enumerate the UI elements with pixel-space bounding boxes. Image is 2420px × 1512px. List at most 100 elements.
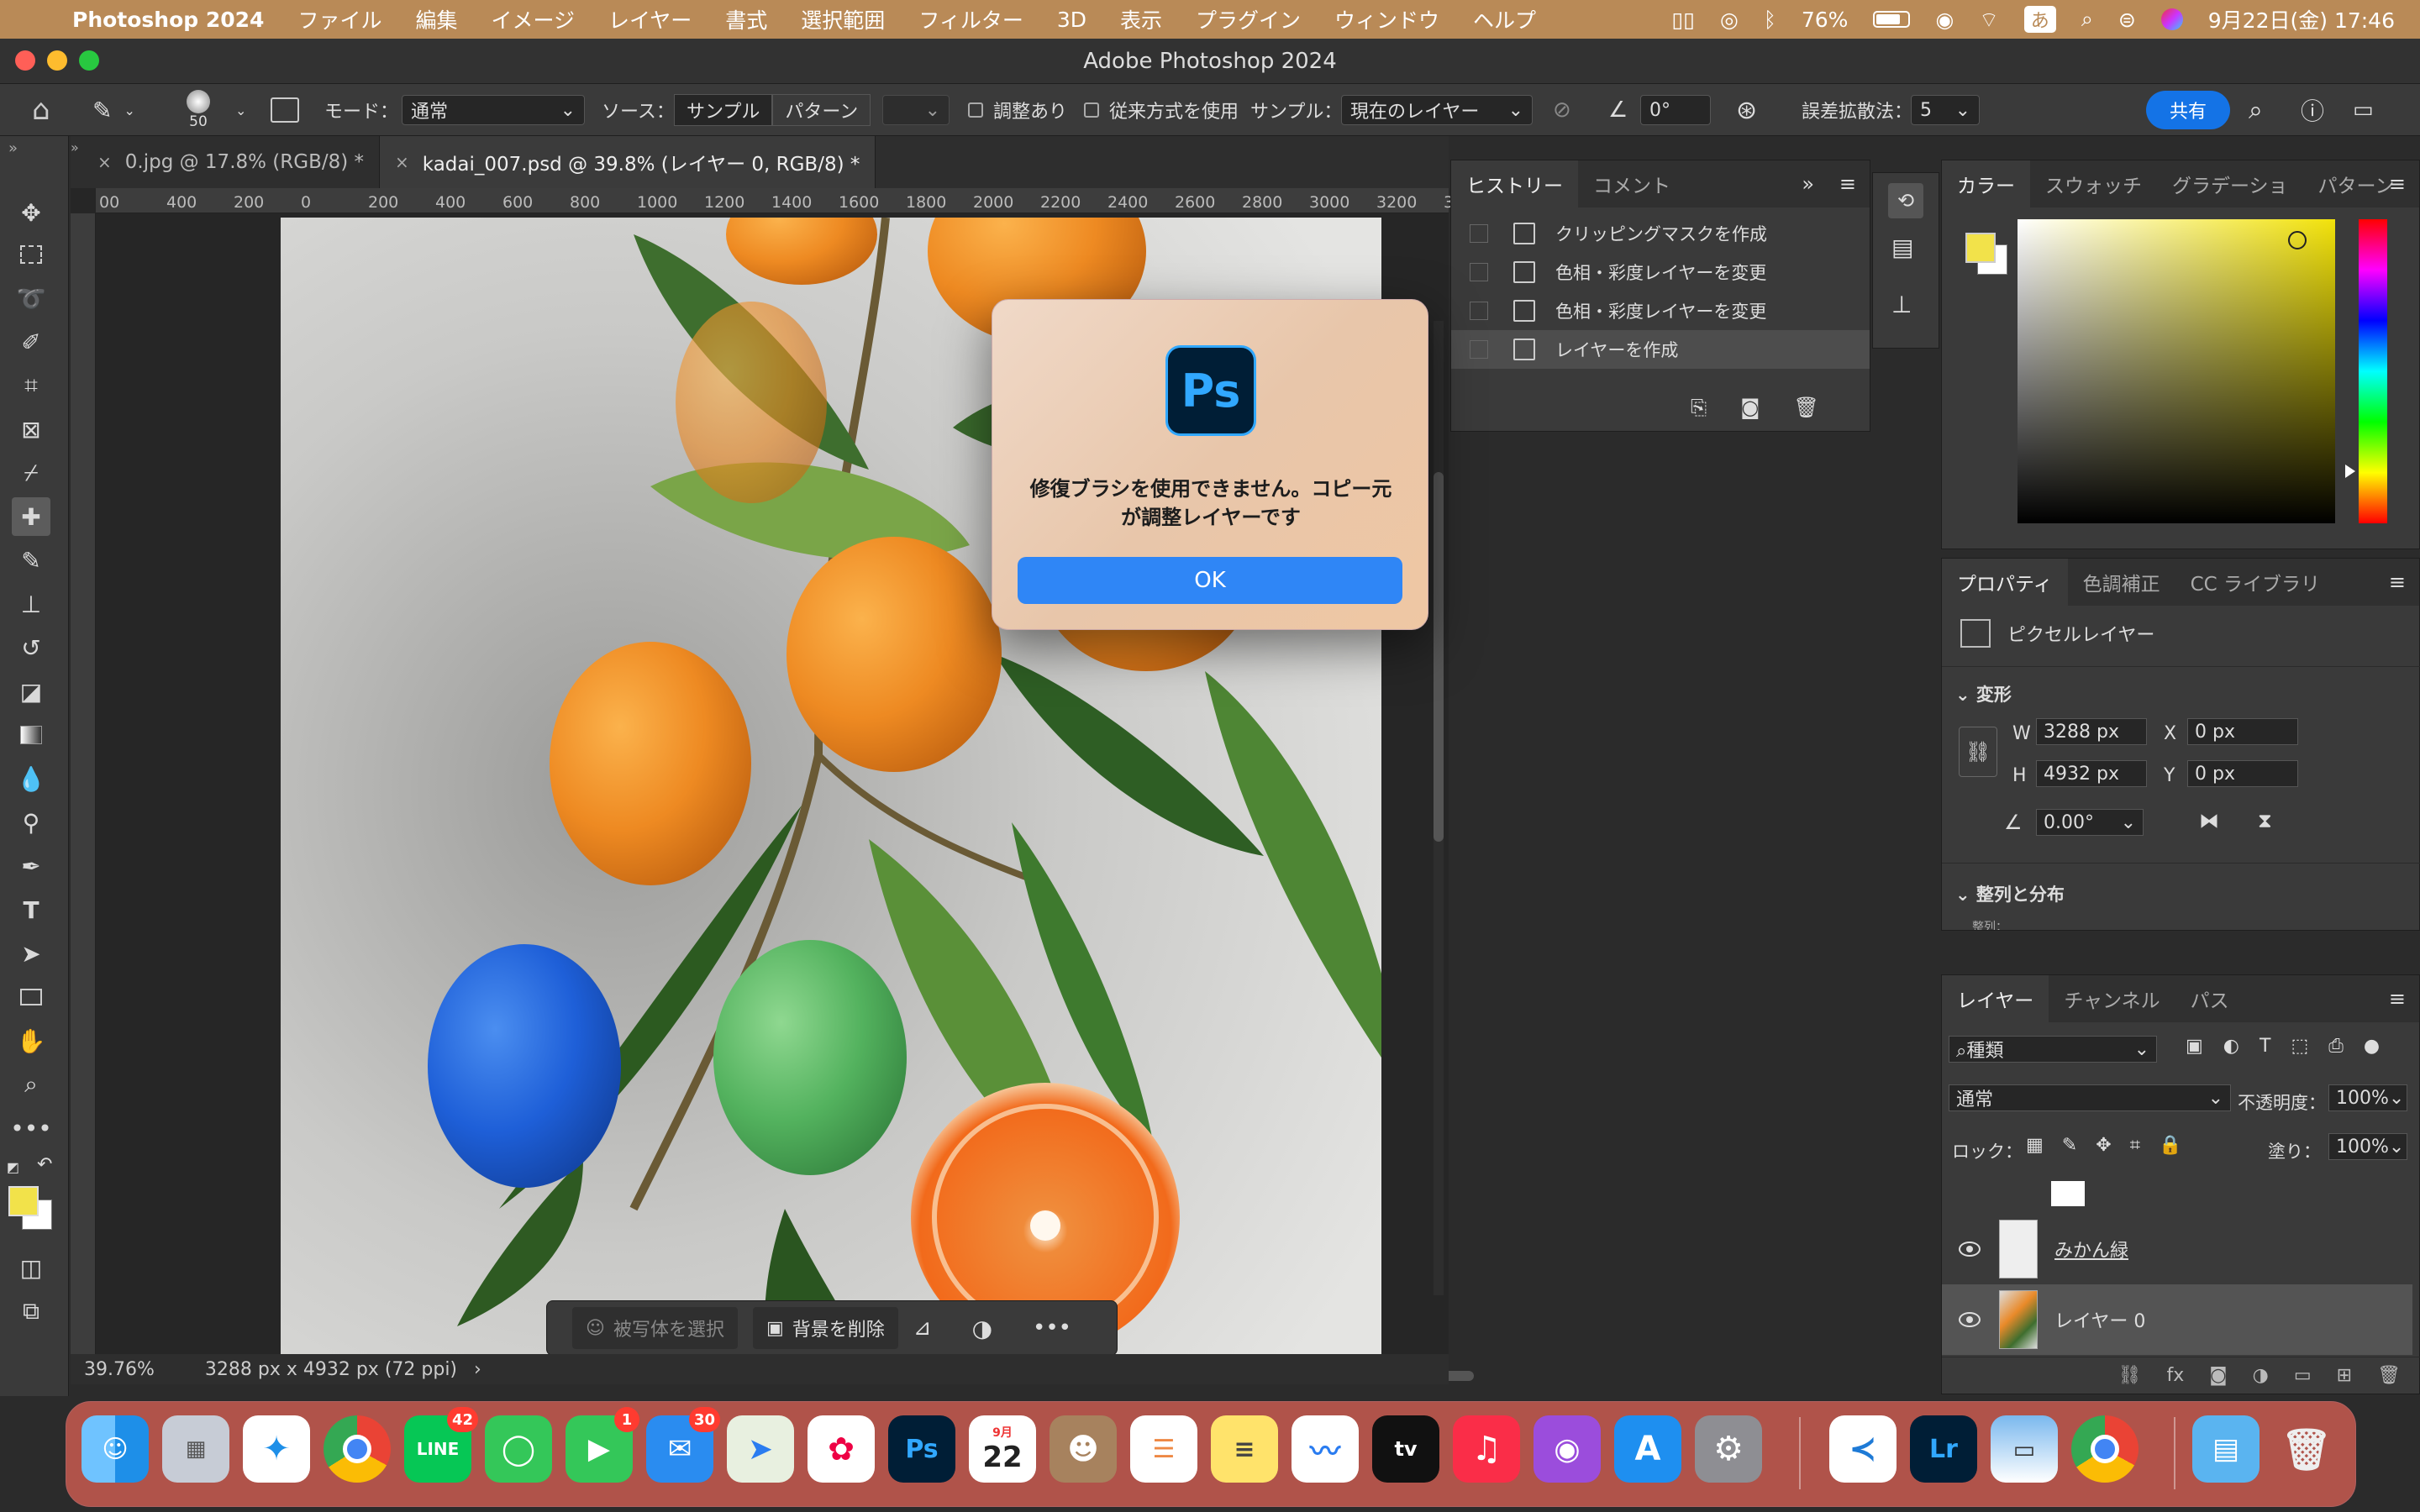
layer-row[interactable]: レイヤー 0 bbox=[1942, 1284, 2412, 1355]
photoshop-dock-icon[interactable]: Ps bbox=[888, 1415, 955, 1483]
ime-indicator[interactable]: あ bbox=[2023, 6, 2056, 33]
freeform-icon[interactable]: 〰 bbox=[1292, 1415, 1359, 1483]
tab-0-jpg[interactable]: × 0.jpg @ 17.8% (RGB/8) * bbox=[82, 136, 381, 188]
tab-channels[interactable]: チャンネル bbox=[2049, 975, 2175, 1022]
dodge-tool-icon[interactable]: ⚲ bbox=[12, 803, 50, 842]
path-select-tool-icon[interactable]: ➤ bbox=[12, 934, 50, 973]
line-icon[interactable]: LINE 42 bbox=[404, 1407, 478, 1483]
contacts-icon[interactable]: ☻ bbox=[1050, 1415, 1117, 1483]
add-mask-icon[interactable]: ◙ bbox=[2209, 1365, 2227, 1386]
remove-background-button[interactable]: ▣ 背景を削除 bbox=[752, 1307, 898, 1349]
lock-position-icon[interactable]: ✥ bbox=[2096, 1135, 2111, 1156]
layer-name[interactable]: レイヤー 0 bbox=[2054, 1306, 2145, 1333]
scrollbar-thumb[interactable] bbox=[1434, 472, 1444, 842]
split-view-icon[interactable]: ▯▯ bbox=[1672, 8, 1696, 32]
filter-type-icon[interactable]: T bbox=[2260, 1036, 2270, 1057]
lightroom-icon[interactable]: Lr bbox=[1910, 1415, 1977, 1483]
panel-menu-icon[interactable]: ≡ bbox=[2389, 570, 2406, 594]
lock-all-icon[interactable]: 🔒 bbox=[2159, 1135, 2181, 1156]
finder-icon[interactable]: ☺ bbox=[82, 1415, 149, 1483]
podcasts-icon[interactable]: ◉ bbox=[1534, 1415, 1601, 1483]
comment-icon[interactable]: ▤ bbox=[1891, 234, 1913, 261]
menu-window[interactable]: ウィンドウ bbox=[1334, 4, 1439, 34]
adjustment-icon[interactable]: ◑ bbox=[972, 1315, 992, 1342]
tab-properties[interactable]: プロパティ bbox=[1942, 559, 2068, 606]
menu-edit[interactable]: 編集 bbox=[415, 4, 457, 34]
gradient-tool-icon[interactable] bbox=[12, 716, 50, 754]
eraser-tool-icon[interactable]: ◪ bbox=[12, 672, 50, 711]
x-field[interactable]: 0 px bbox=[2187, 718, 2298, 745]
brush-size-picker[interactable]: 50 bbox=[187, 84, 210, 136]
pattern-picker[interactable]: ⌄ bbox=[882, 95, 950, 125]
collapse-toolbar-icon[interactable]: » bbox=[8, 139, 18, 157]
panel-menu-icon[interactable]: ≡ bbox=[2389, 172, 2406, 196]
clone-stamp-tool-icon[interactable]: ⊥ bbox=[12, 585, 50, 623]
notes-icon[interactable]: ≡ bbox=[1211, 1415, 1278, 1483]
reminders-icon[interactable]: ☰ bbox=[1130, 1415, 1197, 1483]
tab-color[interactable]: カラー bbox=[1942, 160, 2030, 207]
move-tool-icon[interactable]: ✥ bbox=[12, 193, 50, 232]
fill-field[interactable]: 100% ⌄ bbox=[2328, 1133, 2407, 1160]
select-subject-button[interactable]: ☺ 被写体を選択 bbox=[572, 1307, 738, 1349]
menu-3d[interactable]: 3D bbox=[1057, 8, 1086, 32]
quick-select-tool-icon[interactable]: ✐ bbox=[12, 323, 50, 361]
aligned-checkbox[interactable]: 調整あり bbox=[968, 84, 1067, 136]
facetime-icon[interactable]: ▶ 1 bbox=[566, 1407, 639, 1483]
layer-filter-select[interactable]: ⌕種類 ⌄ bbox=[1949, 1036, 2157, 1063]
foreground-color-swatch[interactable] bbox=[8, 1186, 39, 1216]
transform-icon[interactable]: ⊿ bbox=[913, 1315, 932, 1341]
menu-view[interactable]: 表示 bbox=[1120, 4, 1162, 34]
layer-row-partial[interactable] bbox=[1942, 1173, 2412, 1210]
color-picker-ring[interactable] bbox=[2288, 231, 2307, 249]
photos-icon[interactable]: ✿ bbox=[808, 1415, 875, 1483]
screen-mode-icon[interactable]: ⧉ bbox=[12, 1292, 50, 1331]
history-item[interactable]: レイヤーを作成 bbox=[1451, 330, 1870, 369]
ignore-adjustment-layers-icon[interactable]: ⊘ bbox=[1553, 84, 1571, 136]
more-tools-icon[interactable]: ••• bbox=[10, 1109, 52, 1147]
eye-icon[interactable] bbox=[1959, 1312, 1981, 1327]
wifi-icon[interactable]: ⌔ bbox=[1979, 7, 1999, 33]
menu-app-name[interactable]: Photoshop 2024 bbox=[72, 8, 264, 32]
more-options-icon[interactable]: ••• bbox=[1033, 1315, 1071, 1341]
quick-mask-icon[interactable]: ◫ bbox=[12, 1248, 50, 1287]
battery-icon[interactable] bbox=[1873, 11, 1911, 28]
zoom-tool-icon[interactable]: ⌕ bbox=[12, 1065, 50, 1104]
chrome-app-icon[interactable] bbox=[2071, 1415, 2139, 1483]
new-document-from-state-icon[interactable]: ⎘ bbox=[1691, 396, 1707, 419]
minimize-window-button[interactable] bbox=[47, 50, 67, 71]
filter-smart-object-icon[interactable]: ⎙ bbox=[2328, 1036, 2344, 1057]
zoom-level[interactable]: 39.76% bbox=[84, 1359, 155, 1380]
adjustment-layer-icon[interactable]: ◑ bbox=[2253, 1365, 2269, 1386]
panel-menu-icon[interactable]: ≡ bbox=[2389, 987, 2406, 1011]
tab-comments[interactable]: コメント bbox=[1578, 160, 1686, 207]
system-settings-icon[interactable]: ⚙ bbox=[1695, 1415, 1762, 1483]
close-window-button[interactable] bbox=[15, 50, 35, 71]
height-field[interactable]: 4932 px bbox=[2036, 760, 2147, 787]
filter-toggle-icon[interactable]: ● bbox=[2364, 1036, 2380, 1057]
color-field[interactable] bbox=[2018, 219, 2335, 523]
layer-row[interactable]: みかん緑 bbox=[1942, 1214, 2412, 1284]
calendar-icon[interactable]: 9月 22 bbox=[969, 1415, 1036, 1483]
filter-adjustment-icon[interactable]: ◐ bbox=[2223, 1036, 2239, 1057]
source-pattern-button[interactable]: パターン bbox=[772, 94, 871, 126]
fx-icon[interactable]: fx bbox=[2167, 1365, 2185, 1386]
healing-brush-tool-icon[interactable]: ✚ bbox=[12, 497, 50, 536]
history-icon[interactable]: ⟲ bbox=[1888, 183, 1923, 218]
width-field[interactable]: 3288 px bbox=[2036, 718, 2147, 745]
sample-select[interactable]: 現在のレイヤー ⌄ bbox=[1341, 95, 1533, 125]
filter-pixel-icon[interactable]: ▣ bbox=[2186, 1036, 2203, 1057]
pen-tool-icon[interactable]: ✒ bbox=[12, 847, 50, 885]
diffusion-select[interactable]: 5 ⌄ bbox=[1911, 95, 1980, 125]
chrome-icon[interactable] bbox=[324, 1415, 391, 1483]
menu-help[interactable]: ヘルプ bbox=[1473, 4, 1536, 34]
chevron-down-icon[interactable]: ⌄ bbox=[235, 84, 246, 136]
vertical-scrollbar[interactable] bbox=[1434, 321, 1444, 1295]
search-icon[interactable]: ⌕ bbox=[2081, 7, 2093, 32]
foreground-color-swatch[interactable] bbox=[1965, 233, 1996, 263]
filter-shape-icon[interactable]: ⬚ bbox=[2291, 1036, 2308, 1057]
tab-paths[interactable]: パス bbox=[2175, 975, 2244, 1022]
menu-type[interactable]: 書式 bbox=[725, 4, 767, 34]
eye-icon[interactable] bbox=[1959, 1242, 1981, 1257]
menu-layer[interactable]: レイヤー bbox=[608, 4, 692, 34]
expand-panel-icon[interactable]: » bbox=[1802, 172, 1814, 196]
